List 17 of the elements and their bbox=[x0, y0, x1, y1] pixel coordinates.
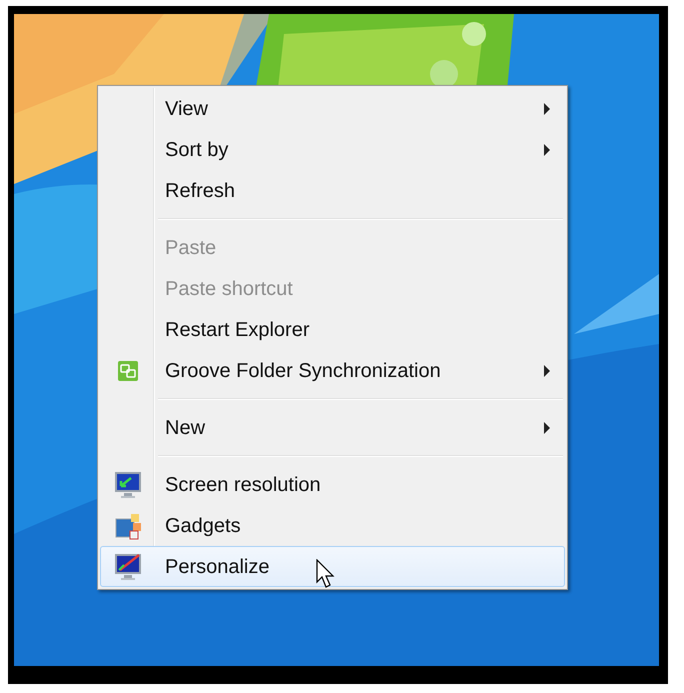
menu-item[interactable]: Groove Folder Synchronization bbox=[100, 350, 565, 391]
monitor-icon bbox=[113, 552, 143, 582]
menu-item[interactable]: Screen resolution bbox=[100, 464, 565, 505]
menu-item[interactable]: View bbox=[100, 88, 565, 129]
sync-folder-icon bbox=[117, 360, 139, 382]
menu-item[interactable]: Sort by bbox=[100, 129, 565, 170]
menu-item[interactable]: Gadgets bbox=[100, 505, 565, 546]
menu-item[interactable]: New bbox=[100, 407, 565, 448]
submenu-arrow-icon bbox=[544, 144, 550, 156]
menu-item[interactable]: Refresh bbox=[100, 170, 565, 211]
submenu-arrow-icon bbox=[544, 102, 550, 114]
menu-item[interactable]: Restart Explorer bbox=[100, 309, 565, 350]
menu-item[interactable]: Personalize bbox=[100, 546, 565, 587]
mouse-pointer-icon bbox=[316, 559, 336, 589]
submenu-arrow-icon bbox=[544, 422, 550, 434]
submenu-arrow-icon bbox=[544, 364, 550, 376]
monitor-icon bbox=[113, 470, 143, 500]
